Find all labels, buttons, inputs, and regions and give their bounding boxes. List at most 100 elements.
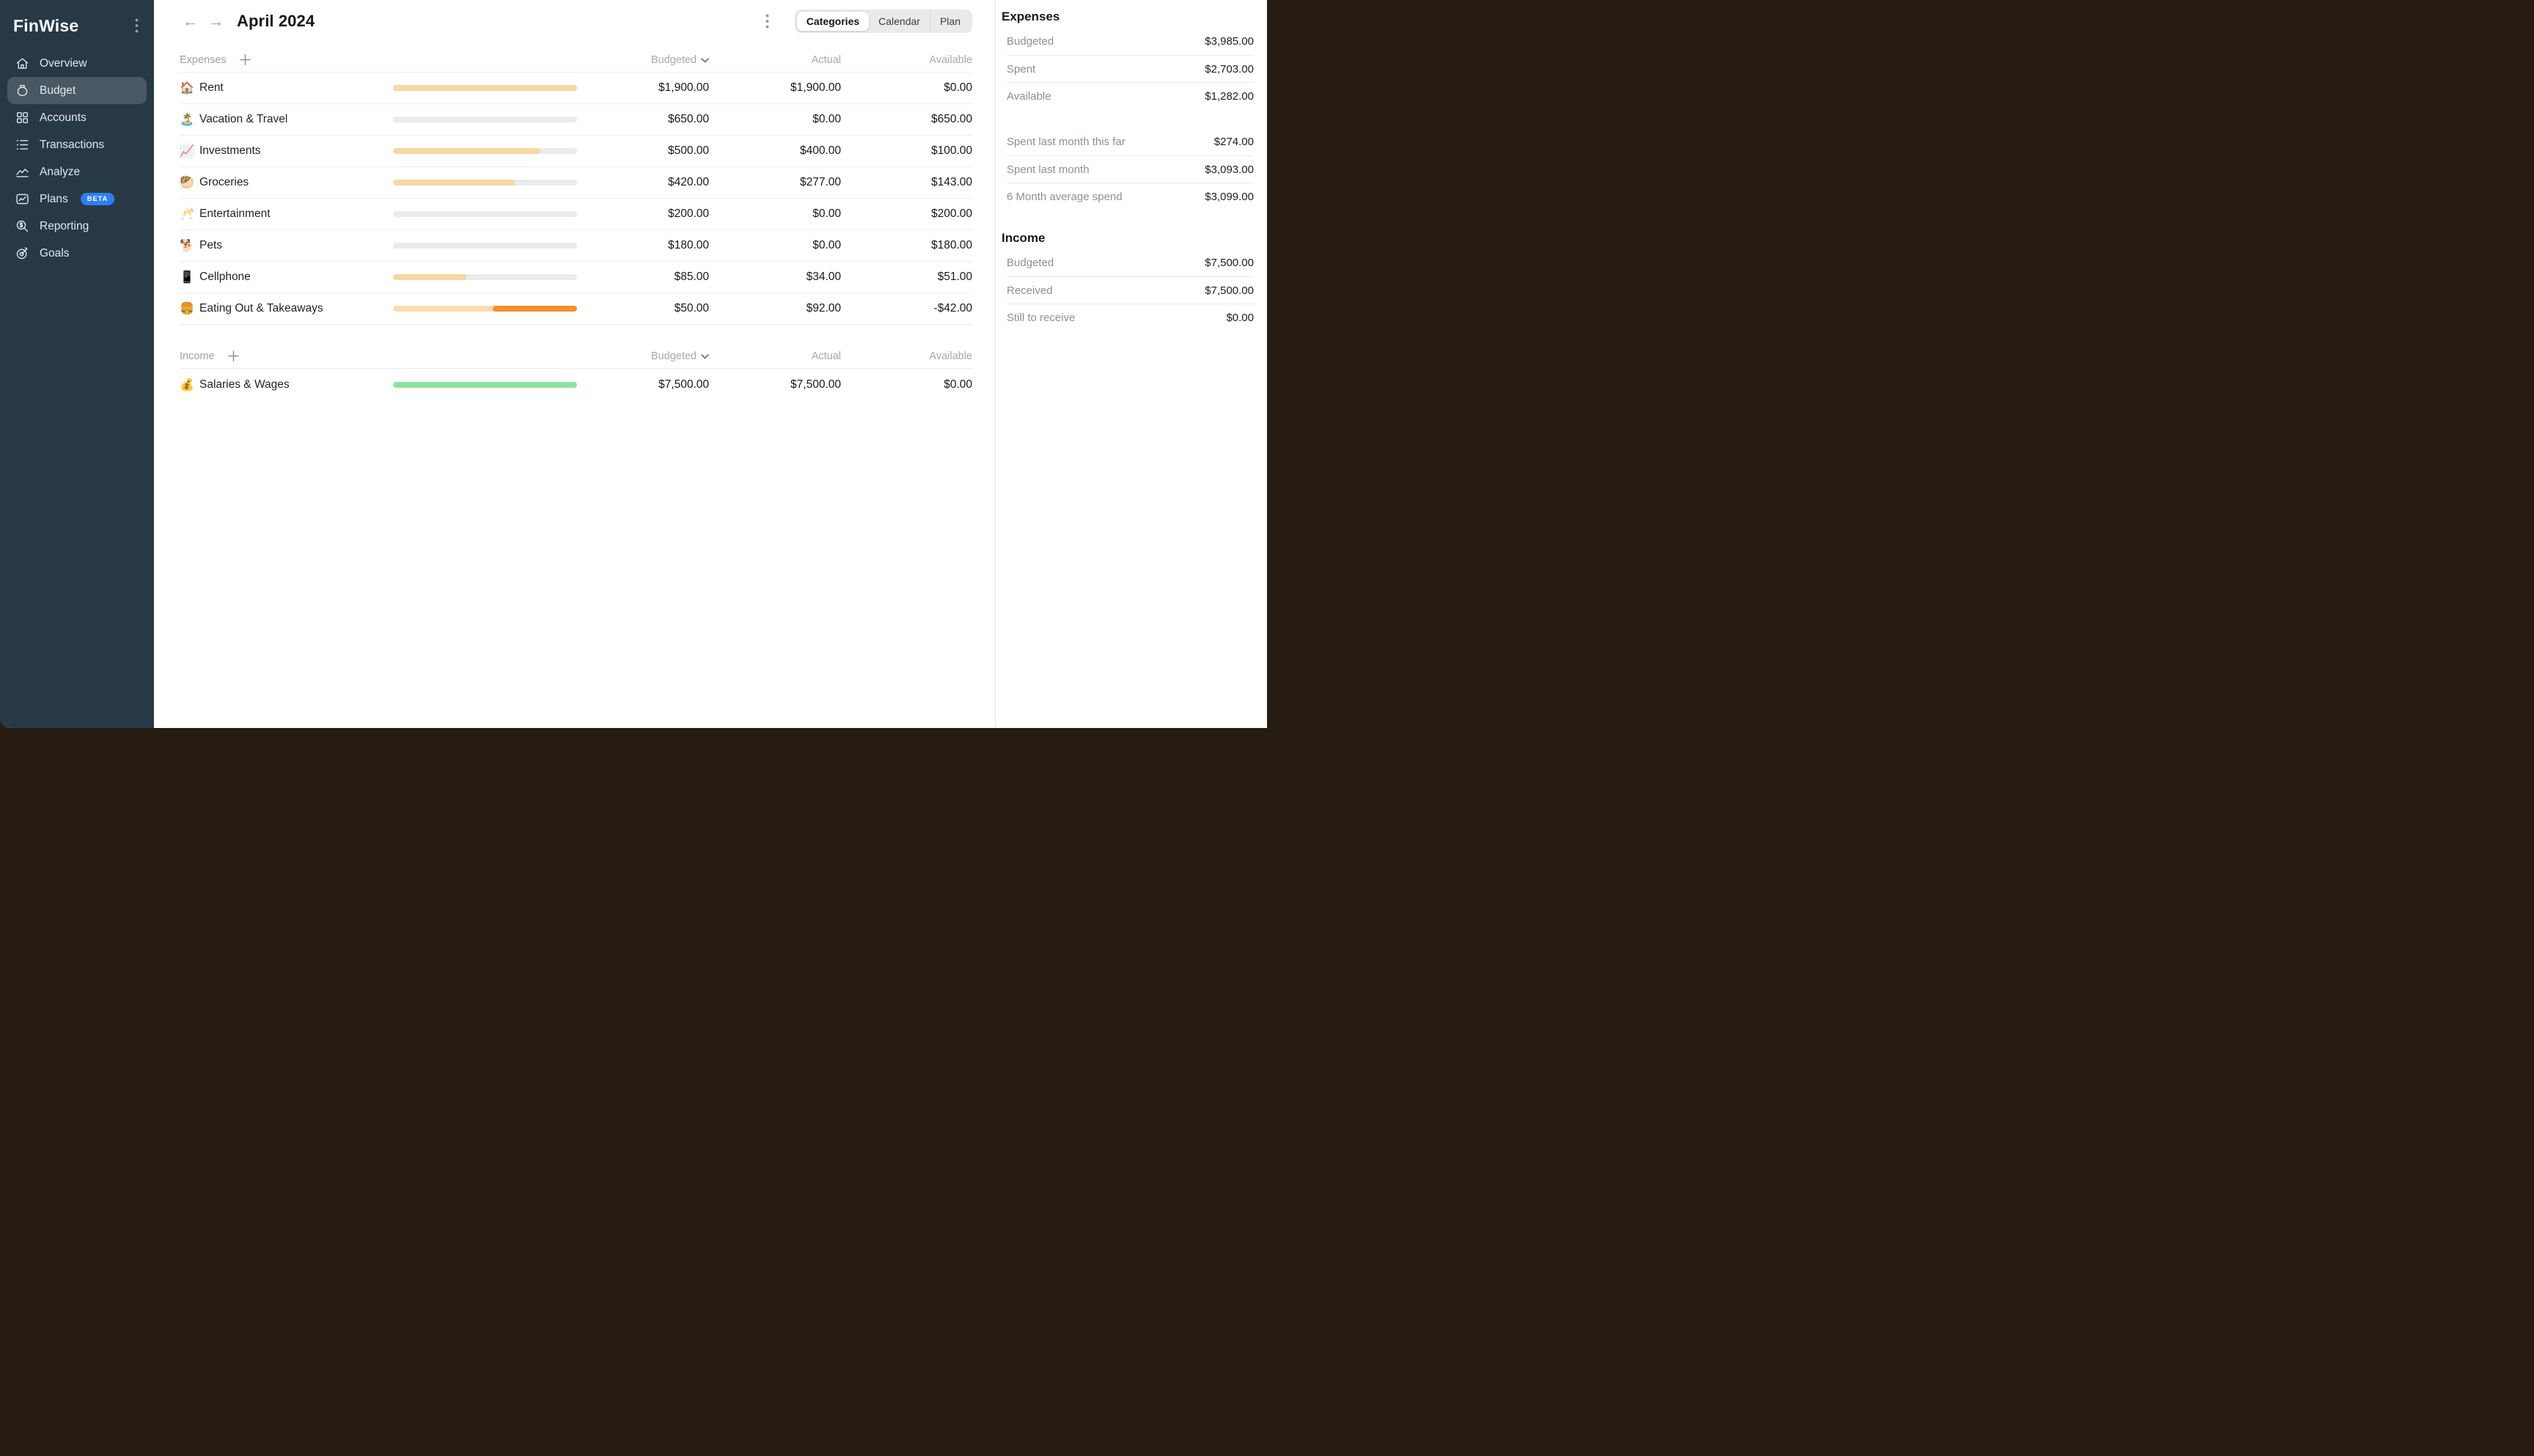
category-emoji-icon: 🏝️ — [180, 112, 199, 127]
budgeted-value: $500.00 — [577, 144, 709, 158]
category-emoji-icon: 🐕 — [180, 238, 199, 253]
sidebar-item-transactions[interactable]: Transactions — [7, 131, 147, 158]
progress-bar — [393, 306, 577, 312]
budgeted-value: $1,900.00 — [577, 81, 709, 95]
category-emoji-icon: 💰 — [180, 378, 199, 392]
view-options-kebab-icon[interactable] — [761, 13, 774, 29]
section-header-row: Expenses Budgeted Actual Available — [180, 48, 972, 73]
actual-value: $1,900.00 — [709, 81, 841, 95]
summary-label: Spent last month this far — [1007, 136, 1125, 148]
summary-content: Expenses Budgeted $3,985.00 Spent $2,703… — [1002, 10, 1254, 331]
category-row[interactable]: 🐕 Pets $180.00 $0.00 $180.00 — [180, 230, 972, 262]
summary-label: Received — [1007, 284, 1053, 297]
summary-value: $7,500.00 — [1205, 257, 1254, 269]
summary-value: $274.00 — [1214, 136, 1254, 148]
actual-value: $0.00 — [709, 239, 841, 252]
sidebar-item-plans[interactable]: Plans BETA — [7, 185, 147, 213]
progress-bar — [393, 274, 577, 280]
home-icon — [15, 56, 30, 71]
available-value: $0.00 — [841, 81, 972, 95]
summary-row: Budgeted $3,985.00 — [1007, 28, 1254, 55]
actual-value: $0.00 — [709, 207, 841, 221]
summary-value: $3,093.00 — [1205, 163, 1254, 176]
sidebar-item-analyze[interactable]: Analyze — [7, 158, 147, 185]
actual-value: $277.00 — [709, 176, 841, 189]
available-value: $0.00 — [841, 378, 972, 391]
section-header-row: Income Budgeted Actual Available — [180, 344, 972, 369]
search-dollar-icon — [15, 218, 30, 234]
category-row[interactable]: 💰 Salaries & Wages $7,500.00 $7,500.00 $… — [180, 369, 972, 400]
budgeted-value: $650.00 — [577, 113, 709, 126]
progress-bar — [393, 148, 577, 154]
tab-calendar[interactable]: Calendar — [869, 12, 930, 31]
category-emoji-icon: 🍔 — [180, 301, 199, 316]
column-header-available: Available — [841, 54, 972, 66]
sidebar-item-reporting[interactable]: Reporting — [7, 213, 147, 240]
summary-row: Available $1,282.00 — [1007, 82, 1254, 109]
view-switcher: CategoriesCalendarPlan — [795, 10, 972, 33]
summary-label: Spent — [1007, 63, 1035, 76]
category-emoji-icon: 🏠 — [180, 81, 199, 95]
sidebar-item-label: Reporting — [40, 220, 89, 233]
sidebar-item-goals[interactable]: Goals — [7, 240, 147, 267]
sidebar-header: FinWise — [0, 15, 154, 37]
beta-badge: BETA — [81, 193, 114, 205]
sidebar-item-label: Overview — [40, 57, 87, 70]
sidebar-item-label: Transactions — [40, 139, 104, 152]
section-label: Income — [180, 350, 215, 362]
summary-value: $3,985.00 — [1205, 35, 1254, 48]
sidebar-item-accounts[interactable]: Accounts — [7, 104, 147, 131]
column-header-budgeted[interactable]: Budgeted — [577, 350, 709, 362]
column-header-budgeted[interactable]: Budgeted — [577, 54, 709, 66]
add-category-plus-icon[interactable] — [239, 54, 252, 67]
category-row[interactable]: 📱 Cellphone $85.00 $34.00 $51.00 — [180, 262, 972, 293]
summary-value: $7,500.00 — [1205, 284, 1254, 297]
available-value: $143.00 — [841, 176, 972, 189]
available-value: $51.00 — [841, 271, 972, 284]
sidebar-item-label: Analyze — [40, 166, 80, 179]
category-row[interactable]: 🏠 Rent $1,900.00 $1,900.00 $0.00 — [180, 73, 972, 104]
actual-value: $34.00 — [709, 271, 841, 284]
sidebar-kebab-menu-icon[interactable] — [129, 18, 144, 34]
sidebar-item-overview[interactable]: Overview — [7, 50, 147, 77]
category-name: Salaries & Wages — [199, 378, 290, 391]
actual-value: $400.00 — [709, 144, 841, 158]
summary-row: Budgeted $7,500.00 — [1007, 249, 1254, 276]
category-emoji-icon: 📈 — [180, 144, 199, 158]
tab-categories[interactable]: Categories — [797, 12, 869, 31]
available-value: $200.00 — [841, 207, 972, 221]
summary-label: 6 Month average spend — [1007, 191, 1123, 203]
add-category-plus-icon[interactable] — [227, 350, 240, 363]
category-row[interactable]: 📈 Investments $500.00 $400.00 $100.00 — [180, 136, 972, 167]
available-value: -$42.00 — [841, 302, 972, 315]
next-month-arrow-icon[interactable]: → — [205, 12, 227, 31]
column-header-actual: Actual — [709, 350, 841, 362]
list-icon — [15, 137, 30, 152]
target-icon — [15, 246, 30, 261]
tab-plan[interactable]: Plan — [930, 12, 970, 31]
summary-heading-expenses: Expenses — [1002, 10, 1254, 24]
summary-row: Still to receive $0.00 — [1007, 304, 1254, 331]
category-row[interactable]: 🍔 Eating Out & Takeaways $50.00 $92.00 -… — [180, 293, 972, 325]
prev-month-arrow-icon[interactable]: ← — [180, 12, 201, 31]
section-label: Expenses — [180, 54, 227, 66]
summary-row: Spent last month $3,093.00 — [1007, 155, 1254, 183]
category-row[interactable]: 🥂 Entertainment $200.00 $0.00 $200.00 — [180, 199, 972, 230]
summary-panel: Expenses Budgeted $3,985.00 Spent $2,703… — [995, 0, 1267, 728]
category-name: Cellphone — [199, 271, 251, 284]
sidebar-nav: Overview Budget Accounts Transactions An… — [0, 50, 154, 267]
summary-block: Spent last month this far $274.00 Spent … — [1007, 128, 1254, 210]
progress-bar — [393, 382, 577, 388]
category-row[interactable]: 🥙 Groceries $420.00 $277.00 $143.00 — [180, 167, 972, 199]
summary-label: Still to receive — [1007, 312, 1075, 324]
category-name: Rent — [199, 81, 224, 95]
budgeted-value: $200.00 — [577, 207, 709, 221]
column-header-available: Available — [841, 350, 972, 362]
budgeted-value: $180.00 — [577, 239, 709, 252]
actual-value: $92.00 — [709, 302, 841, 315]
progress-bar — [393, 180, 577, 185]
sidebar-item-budget[interactable]: Budget — [7, 77, 147, 104]
area-chart-icon — [15, 164, 30, 180]
summary-label: Budgeted — [1007, 257, 1054, 269]
category-row[interactable]: 🏝️ Vacation & Travel $650.00 $0.00 $650.… — [180, 104, 972, 136]
